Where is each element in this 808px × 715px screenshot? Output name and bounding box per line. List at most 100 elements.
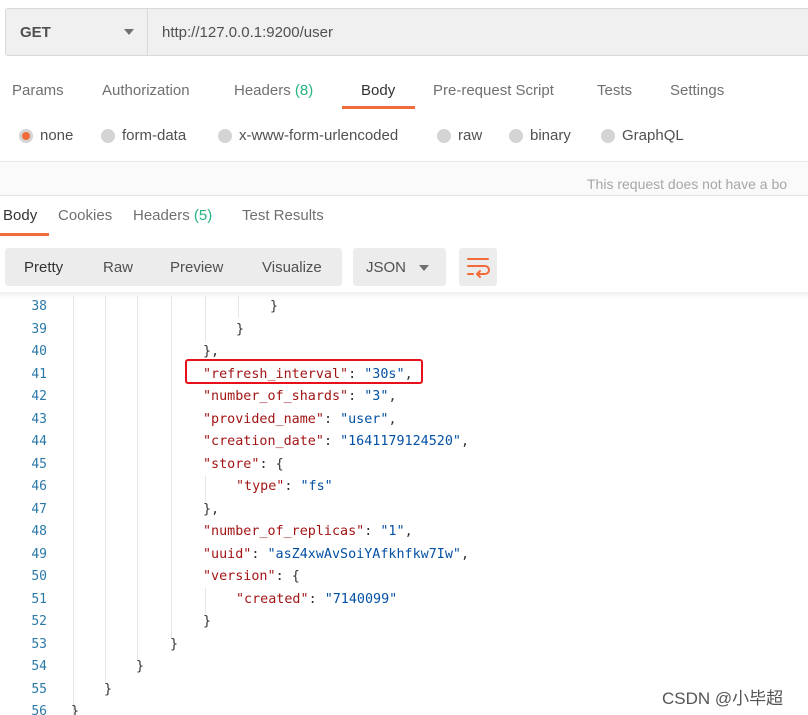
view-preview-button[interactable]: Preview bbox=[170, 259, 223, 276]
code-line: "store": { bbox=[203, 457, 284, 472]
url-input[interactable]: http://127.0.0.1:9200/user bbox=[148, 8, 808, 56]
indent-guide bbox=[171, 296, 172, 638]
radio-none[interactable]: none bbox=[19, 127, 73, 144]
code-line: "type": "fs" bbox=[236, 479, 333, 494]
url-text: http://127.0.0.1:9200/user bbox=[162, 24, 333, 41]
response-tab-body[interactable]: Body bbox=[3, 207, 37, 224]
tab-params[interactable]: Params bbox=[12, 82, 64, 99]
json-sep: : bbox=[323, 412, 341, 427]
json-key: "creation_date" bbox=[203, 434, 324, 449]
radio-icon bbox=[101, 128, 115, 143]
line-number: 49 bbox=[31, 547, 47, 562]
json-key: "number_of_replicas" bbox=[203, 524, 365, 539]
code-line: "version": { bbox=[203, 569, 300, 584]
json-key: "number_of_shards" bbox=[203, 389, 349, 404]
code-line: "created": "7140099" bbox=[236, 592, 397, 607]
method-label: GET bbox=[20, 23, 51, 41]
wrap-lines-button[interactable] bbox=[459, 248, 497, 286]
code-line: }, bbox=[203, 502, 220, 517]
code-line: } bbox=[71, 704, 80, 715]
code-line: "number_of_shards": "3", bbox=[203, 389, 397, 404]
tab-pre-request-script[interactable]: Pre-request Script bbox=[433, 82, 554, 99]
line-number: 40 bbox=[31, 344, 47, 359]
json-end: { bbox=[291, 569, 300, 584]
indent-guide bbox=[205, 588, 206, 614]
line-number: 39 bbox=[31, 322, 47, 337]
line-number: 53 bbox=[31, 637, 47, 652]
json-key: "provided_name" bbox=[203, 412, 324, 427]
json-sep: : bbox=[275, 569, 292, 584]
line-number: 45 bbox=[31, 457, 47, 472]
tab-headers[interactable]: Headers (8) bbox=[234, 82, 313, 99]
radio-form-data[interactable]: form-data bbox=[101, 127, 186, 144]
format-select[interactable]: JSON bbox=[353, 248, 446, 286]
view-raw-button[interactable]: Raw bbox=[103, 259, 133, 276]
json-value: "3" bbox=[364, 389, 389, 404]
code-line: } bbox=[104, 682, 113, 697]
highlight-box bbox=[185, 359, 423, 384]
json-key: "version" bbox=[203, 569, 276, 584]
radio-binary-label: binary bbox=[530, 127, 571, 144]
json-sep: : bbox=[308, 592, 325, 607]
json-sep: : bbox=[284, 479, 301, 494]
code-line: } bbox=[270, 299, 279, 314]
line-number: 43 bbox=[31, 412, 47, 427]
response-tab-cookies[interactable]: Cookies bbox=[58, 207, 112, 224]
json-value: "7140099" bbox=[324, 592, 398, 607]
radio-form-data-label: form-data bbox=[122, 127, 187, 144]
json-sep: : bbox=[348, 389, 365, 404]
line-number: 38 bbox=[31, 299, 47, 314]
indent-guide bbox=[73, 296, 74, 715]
json-end: , bbox=[388, 389, 397, 404]
indent-guide bbox=[205, 476, 206, 502]
line-number: 41 bbox=[31, 367, 47, 382]
json-value: "1" bbox=[380, 524, 405, 539]
watermark: CSDN @小毕超 bbox=[662, 689, 784, 708]
tab-body[interactable]: Body bbox=[361, 82, 395, 99]
line-number: 51 bbox=[31, 592, 47, 607]
code-line: }, bbox=[203, 344, 220, 359]
json-end: , bbox=[460, 547, 470, 562]
json-key: "created" bbox=[236, 592, 309, 607]
json-end: , bbox=[404, 524, 413, 539]
radio-raw[interactable]: raw bbox=[437, 127, 482, 144]
radio-icon bbox=[601, 128, 615, 143]
json-value: "asZ4xwAvSoiYAfkhfkw7Iw" bbox=[267, 547, 461, 562]
line-number: 55 bbox=[31, 682, 47, 697]
radio-x-www-form-urlencoded[interactable]: x-www-form-urlencoded bbox=[218, 127, 398, 144]
radio-urlencoded-label: x-www-form-urlencoded bbox=[239, 127, 399, 144]
json-sep: : bbox=[251, 547, 268, 562]
radio-graphql[interactable]: GraphQL bbox=[601, 127, 684, 144]
json-end: { bbox=[275, 457, 284, 472]
response-tab-test-results[interactable]: Test Results bbox=[242, 207, 324, 224]
response-tab-headers-count: (5) bbox=[193, 207, 213, 224]
json-value: "user" bbox=[340, 412, 389, 427]
radio-binary[interactable]: binary bbox=[509, 127, 571, 144]
active-tab-indicator bbox=[342, 106, 415, 109]
code-line: } bbox=[236, 322, 245, 337]
active-response-tab-indicator bbox=[0, 233, 49, 236]
radio-selected-icon bbox=[19, 128, 33, 143]
tab-tests[interactable]: Tests bbox=[597, 82, 632, 99]
method-select[interactable]: GET bbox=[5, 8, 148, 56]
view-pretty-button[interactable]: Pretty bbox=[24, 259, 63, 276]
no-body-note: This request does not have a bo bbox=[587, 176, 788, 192]
json-key: "store" bbox=[203, 457, 260, 472]
line-number: 54 bbox=[31, 659, 47, 674]
line-number: 42 bbox=[31, 389, 47, 404]
line-number: 47 bbox=[31, 502, 47, 517]
format-label: JSON bbox=[366, 259, 407, 276]
tab-authorization[interactable]: Authorization bbox=[102, 82, 190, 99]
chevron-down-icon bbox=[419, 265, 429, 271]
indent-guide bbox=[105, 296, 106, 683]
json-sep: : bbox=[259, 457, 276, 472]
response-tab-headers[interactable]: Headers (5) bbox=[133, 207, 212, 224]
code-line: } bbox=[170, 637, 179, 652]
json-key: "uuid" bbox=[203, 547, 252, 562]
view-visualize-button[interactable]: Visualize bbox=[262, 259, 322, 276]
tab-settings[interactable]: Settings bbox=[670, 82, 724, 99]
json-sep: : bbox=[364, 524, 381, 539]
line-number: 56 bbox=[31, 704, 47, 715]
tab-headers-label: Headers bbox=[234, 82, 291, 99]
wrap-lines-icon bbox=[467, 258, 490, 278]
